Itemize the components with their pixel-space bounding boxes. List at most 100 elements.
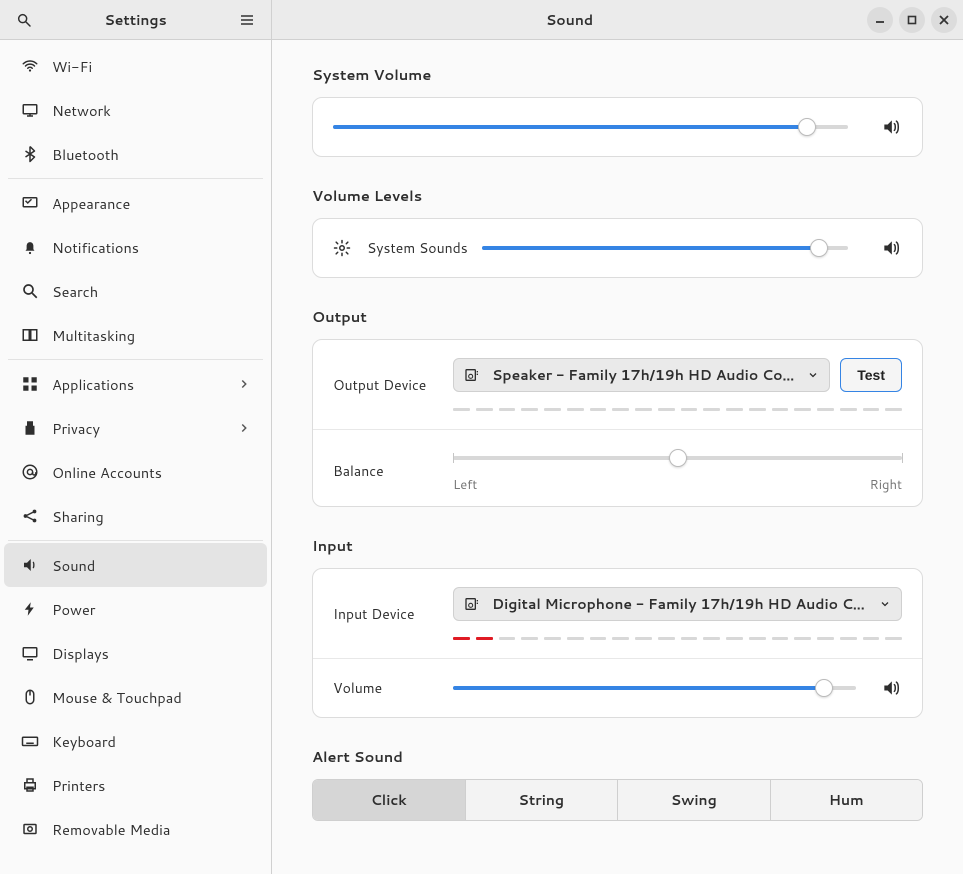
level-segment — [817, 637, 834, 640]
sidebar-item-displays[interactable]: Displays — [4, 631, 267, 675]
level-segment — [453, 408, 470, 411]
system-sounds-mute-button[interactable] — [880, 237, 902, 259]
sidebar-item-label: Printers — [52, 775, 251, 796]
level-segment — [681, 637, 698, 640]
sidebar-item-label: Search — [52, 281, 251, 302]
volume-high-icon — [881, 238, 901, 258]
level-segment — [499, 637, 516, 640]
output-title: Output — [312, 306, 923, 327]
input-device-dropdown[interactable]: Digital Microphone - Family 17h/19h HD A… — [453, 587, 902, 621]
close-icon — [939, 15, 949, 25]
level-segment — [453, 637, 470, 640]
maximize-icon — [907, 15, 917, 25]
alert-option-hum[interactable]: Hum — [770, 780, 923, 820]
level-segment — [794, 408, 811, 411]
alert-option-swing[interactable]: Swing — [617, 780, 770, 820]
minimize-button[interactable] — [867, 7, 893, 33]
sidebar-list: Wi-Fi Network Bluetooth Appearance Notificat… — [0, 40, 271, 874]
level-segment — [658, 408, 675, 411]
sidebar-item-label: Notifications — [52, 237, 251, 258]
sidebar-item-label: Multitasking — [52, 325, 251, 346]
alert-option-click[interactable]: Click — [313, 780, 465, 820]
sidebar-item-mouse-touchpad[interactable]: Mouse & Touchpad — [4, 675, 267, 719]
level-segment — [567, 637, 584, 640]
level-segment — [749, 637, 766, 640]
system-sounds-slider[interactable] — [482, 238, 848, 258]
level-segment — [612, 408, 629, 411]
sidebar-search-button[interactable] — [10, 6, 38, 34]
input-device-label: Input Device — [333, 604, 453, 624]
main-pane: Sound System Volume Volume Levels — [272, 0, 963, 874]
level-segment — [544, 637, 561, 640]
audio-card-icon — [464, 367, 482, 383]
level-segment — [772, 637, 789, 640]
balance-right-label: Right — [870, 476, 902, 494]
sidebar-item-search[interactable]: Search — [4, 269, 267, 313]
level-segment — [772, 408, 789, 411]
level-segment — [726, 637, 743, 640]
sidebar-item-appearance[interactable]: Appearance — [4, 181, 267, 225]
output-test-button[interactable]: Test — [840, 358, 902, 392]
sidebar-item-label: Sharing — [52, 506, 251, 527]
sidebar-item-label: Network — [52, 100, 251, 121]
level-segment — [476, 408, 493, 411]
apps-icon — [20, 374, 40, 394]
sidebar-item-wi-fi[interactable]: Wi-Fi — [4, 44, 267, 88]
bluetooth-icon — [20, 144, 40, 164]
system-volume-slider[interactable] — [333, 117, 848, 137]
mouse-icon — [20, 687, 40, 707]
output-device-label: Output Device — [333, 375, 453, 395]
sidebar-item-printers[interactable]: Printers — [4, 763, 267, 807]
level-segment — [521, 637, 538, 640]
input-title: Input — [312, 535, 923, 556]
sidebar-item-online-accounts[interactable]: Online Accounts — [4, 450, 267, 494]
sidebar-header: Settings — [0, 0, 271, 40]
sidebar-item-removable-media[interactable]: Removable Media — [4, 807, 267, 851]
input-volume-slider[interactable] — [453, 678, 856, 698]
level-segment — [567, 408, 584, 411]
audio-card-icon — [464, 596, 482, 612]
power-icon — [20, 599, 40, 619]
level-segment — [885, 408, 902, 411]
gear-icon — [333, 239, 353, 257]
sidebar-item-label: Bluetooth — [52, 144, 251, 165]
sidebar-item-keyboard[interactable]: Keyboard — [4, 719, 267, 763]
sidebar-item-applications[interactable]: Applications — [4, 362, 267, 406]
sidebar-item-label: Appearance — [52, 193, 251, 214]
output-balance-slider[interactable] — [453, 448, 902, 468]
input-section: Input Input Device Digital Microphone - … — [312, 535, 923, 718]
at-icon — [20, 462, 40, 482]
sidebar-item-bluetooth[interactable]: Bluetooth — [4, 132, 267, 176]
output-section: Output Output Device Speaker - Family 17… — [312, 306, 923, 507]
level-segment — [726, 408, 743, 411]
system-sounds-label: System Sounds — [367, 238, 468, 258]
sidebar-item-multitasking[interactable]: Multitasking — [4, 313, 267, 357]
system-volume-panel — [312, 97, 923, 157]
main-header: Sound — [272, 0, 963, 40]
output-device-dropdown[interactable]: Speaker - Family 17h/19h HD Audio Co... — [453, 358, 830, 392]
sidebar-item-sharing[interactable]: Sharing — [4, 494, 267, 538]
level-segment — [635, 637, 652, 640]
maximize-button[interactable] — [899, 7, 925, 33]
volume-high-icon — [881, 678, 901, 698]
sidebar-item-notifications[interactable]: Notifications — [4, 225, 267, 269]
sidebar-item-network[interactable]: Network — [4, 88, 267, 132]
sidebar-item-power[interactable]: Power — [4, 587, 267, 631]
volume-levels-title: Volume Levels — [312, 185, 923, 206]
sidebar-title: Settings — [38, 10, 233, 30]
bell-icon — [20, 237, 40, 257]
input-volume-label: Volume — [333, 678, 453, 698]
system-volume-title: System Volume — [312, 64, 923, 85]
level-segment — [590, 637, 607, 640]
volume-high-icon — [881, 117, 901, 137]
alert-option-string[interactable]: String — [465, 780, 618, 820]
sidebar-item-privacy[interactable]: Privacy — [4, 406, 267, 450]
chevron-down-icon — [807, 369, 819, 381]
sidebar-item-label: Power — [52, 599, 251, 620]
input-volume-mute-button[interactable] — [880, 677, 902, 699]
system-volume-mute-button[interactable] — [880, 116, 902, 138]
sidebar-item-sound[interactable]: Sound — [4, 543, 267, 587]
sidebar-menu-button[interactable] — [233, 6, 261, 34]
close-button[interactable] — [931, 7, 957, 33]
volume-levels-panel: System Sounds — [312, 218, 923, 278]
